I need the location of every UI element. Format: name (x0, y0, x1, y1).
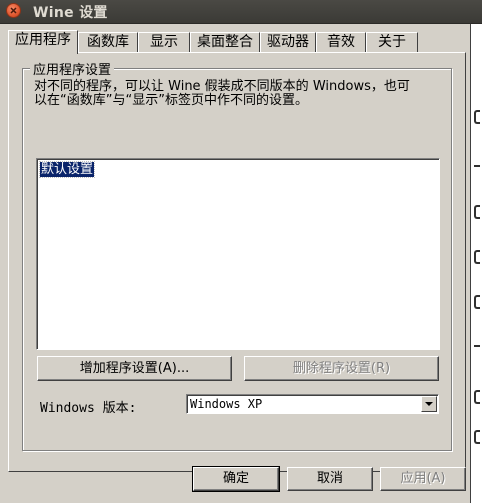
chevron-down-icon[interactable] (421, 396, 437, 412)
group-title: 应用程序设置 (30, 59, 115, 78)
tab-graphics[interactable]: 显示 (138, 32, 190, 52)
description-text: 对不同的程序，可以让 Wine 假装成不同版本的 Windows，也可 以在“函… (34, 80, 444, 108)
tab-label: 音效 (327, 34, 355, 50)
tab-label: 桌面整合 (197, 34, 253, 50)
tab-applications[interactable]: 应用程序 (8, 30, 78, 54)
tab-drives[interactable]: 驱动器 (260, 32, 316, 52)
application-list[interactable]: 默认设置 (36, 158, 440, 350)
background-glyph (474, 430, 480, 444)
tab-audio[interactable]: 音效 (316, 32, 366, 52)
windows-version-label: Windows 版本: (40, 401, 137, 416)
ok-button[interactable]: 确定 (192, 466, 280, 492)
add-application-button[interactable]: 增加程序设置(A)... (37, 356, 232, 381)
tab-about[interactable]: 关于 (366, 32, 418, 52)
dialog-body: 应用程序 函数库 显示 桌面整合 驱动器 音效 关于 应用程序设置 对不同的程序… (0, 24, 471, 503)
background-glyph (474, 295, 480, 309)
description-line-2: 以在“函数库”与“显示”标签页中作不同的设置。 (34, 93, 308, 108)
tab-label: 驱动器 (267, 34, 309, 50)
list-item-default-settings[interactable]: 默认设置 (38, 161, 96, 178)
background-glyph (474, 250, 480, 264)
tab-label: 显示 (150, 34, 178, 50)
tab-label: 应用程序 (15, 32, 71, 48)
background-glyph (474, 110, 480, 124)
background-glyph (474, 345, 480, 347)
close-window-button[interactable] (6, 3, 21, 18)
windows-version-select[interactable]: Windows XP (186, 394, 439, 414)
window-title: Wine 设置 (33, 5, 108, 21)
background-glyph (474, 390, 480, 404)
tab-label: 关于 (378, 34, 406, 50)
windows-version-value: Windows XP (190, 397, 263, 411)
background-glyph (474, 165, 480, 167)
remove-application-button[interactable]: 删除程序设置(R) (244, 356, 439, 381)
tab-desktop-integration[interactable]: 桌面整合 (190, 32, 260, 52)
description-line-1: 对不同的程序，可以让 Wine 假装成不同版本的 Windows，也可 (34, 79, 410, 94)
tab-label: 函数库 (87, 34, 129, 50)
background-glyph (474, 205, 480, 219)
title-bar: Wine 设置 (0, 0, 482, 24)
apply-button[interactable]: 应用(A) (380, 467, 466, 491)
close-icon (10, 7, 17, 14)
tab-libraries[interactable]: 函数库 (78, 32, 138, 52)
cancel-button[interactable]: 取消 (287, 467, 373, 491)
